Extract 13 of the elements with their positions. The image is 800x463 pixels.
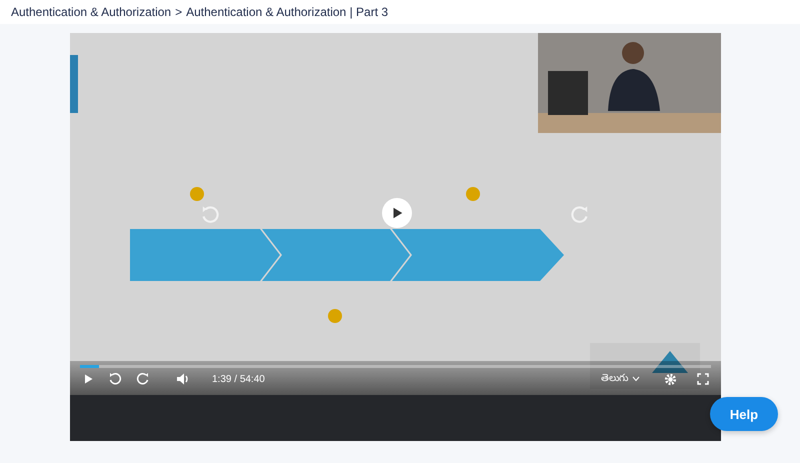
time-display: 1:39 / 54:40 bbox=[212, 374, 265, 384]
language-select[interactable]: తెలుగు bbox=[601, 372, 640, 386]
caret-icon bbox=[632, 376, 640, 382]
rewind-icon[interactable] bbox=[108, 372, 122, 386]
help-button[interactable]: Help bbox=[710, 397, 778, 431]
breadcrumb-item[interactable]: Authentication & Authorization | Part 3 bbox=[186, 5, 388, 19]
breadcrumb-separator: > bbox=[175, 5, 182, 19]
breadcrumb-item[interactable]: Authentication & Authorization bbox=[11, 5, 172, 19]
volume-icon[interactable] bbox=[176, 372, 190, 386]
settings-icon[interactable] bbox=[664, 372, 677, 386]
play-icon[interactable] bbox=[82, 373, 94, 385]
fullscreen-icon[interactable] bbox=[697, 373, 709, 385]
forward-icon[interactable] bbox=[136, 372, 150, 386]
